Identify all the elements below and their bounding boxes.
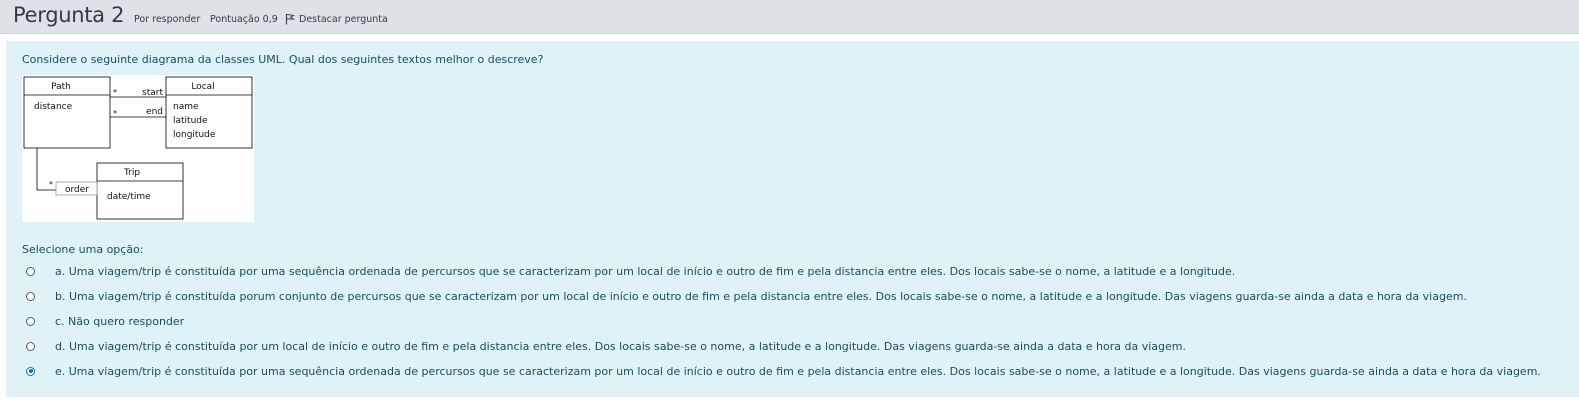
option-a-label[interactable]: a. Uma viagem/trip é constituída por uma… bbox=[55, 265, 1235, 278]
option-d-radio[interactable] bbox=[26, 341, 35, 351]
path-attribute: distance bbox=[34, 102, 73, 112]
question-content: Considere o seguinte diagrama da classes… bbox=[6, 41, 1579, 397]
option-a-radio[interactable] bbox=[26, 266, 35, 276]
option-c-label[interactable]: c. Não quero responder bbox=[55, 315, 184, 328]
question-text: Considere o seguinte diagrama da classes… bbox=[22, 53, 544, 66]
uml-diagram: Path distance Local name latitude longit… bbox=[22, 75, 254, 222]
option-e-radio[interactable] bbox=[26, 366, 35, 376]
option-d-label[interactable]: d. Uma viagem/trip é constituída por um … bbox=[55, 340, 1186, 353]
question-header: Pergunta 2 Por responder Pontuação 0,9 D… bbox=[0, 0, 1579, 34]
option-a[interactable]: a. Uma viagem/trip é constituída por uma… bbox=[26, 263, 1235, 279]
question-status: Por responder bbox=[134, 14, 201, 25]
option-d[interactable]: d. Uma viagem/trip é constituída por um … bbox=[26, 338, 1186, 354]
question-score: Pontuação 0,9 bbox=[210, 14, 278, 25]
select-option-prompt: Selecione uma opção: bbox=[22, 243, 144, 256]
end-multiplicity: * bbox=[113, 109, 117, 118]
trip-class-title: Trip bbox=[123, 168, 140, 178]
local-attr-longitude: longitude bbox=[173, 130, 216, 140]
path-class-title: Path bbox=[51, 82, 71, 92]
trip-attribute: date/time bbox=[107, 192, 151, 202]
option-c-radio[interactable] bbox=[26, 316, 35, 326]
option-b-label[interactable]: b. Uma viagem/trip é constituída porum c… bbox=[55, 290, 1467, 303]
order-qualifier-label: order bbox=[65, 185, 89, 195]
end-role-label: end bbox=[146, 107, 163, 117]
local-attr-name: name bbox=[173, 102, 199, 112]
option-b-radio[interactable] bbox=[26, 291, 35, 301]
option-c[interactable]: c. Não quero responder bbox=[26, 313, 184, 329]
question-title: Pergunta 2 bbox=[13, 3, 125, 27]
option-e[interactable]: e. Uma viagem/trip é constituída por uma… bbox=[26, 363, 1541, 379]
flag-icon[interactable] bbox=[285, 13, 295, 25]
option-b[interactable]: b. Uma viagem/trip é constituída porum c… bbox=[26, 288, 1467, 304]
local-class-title: Local bbox=[191, 82, 214, 92]
start-role-label: start bbox=[142, 88, 163, 98]
local-attr-latitude: latitude bbox=[173, 116, 208, 126]
order-multiplicity: * bbox=[49, 180, 53, 189]
option-e-label[interactable]: e. Uma viagem/trip é constituída por uma… bbox=[55, 365, 1541, 378]
flag-question-link[interactable]: Destacar pergunta bbox=[299, 14, 388, 25]
start-multiplicity: * bbox=[113, 88, 117, 97]
